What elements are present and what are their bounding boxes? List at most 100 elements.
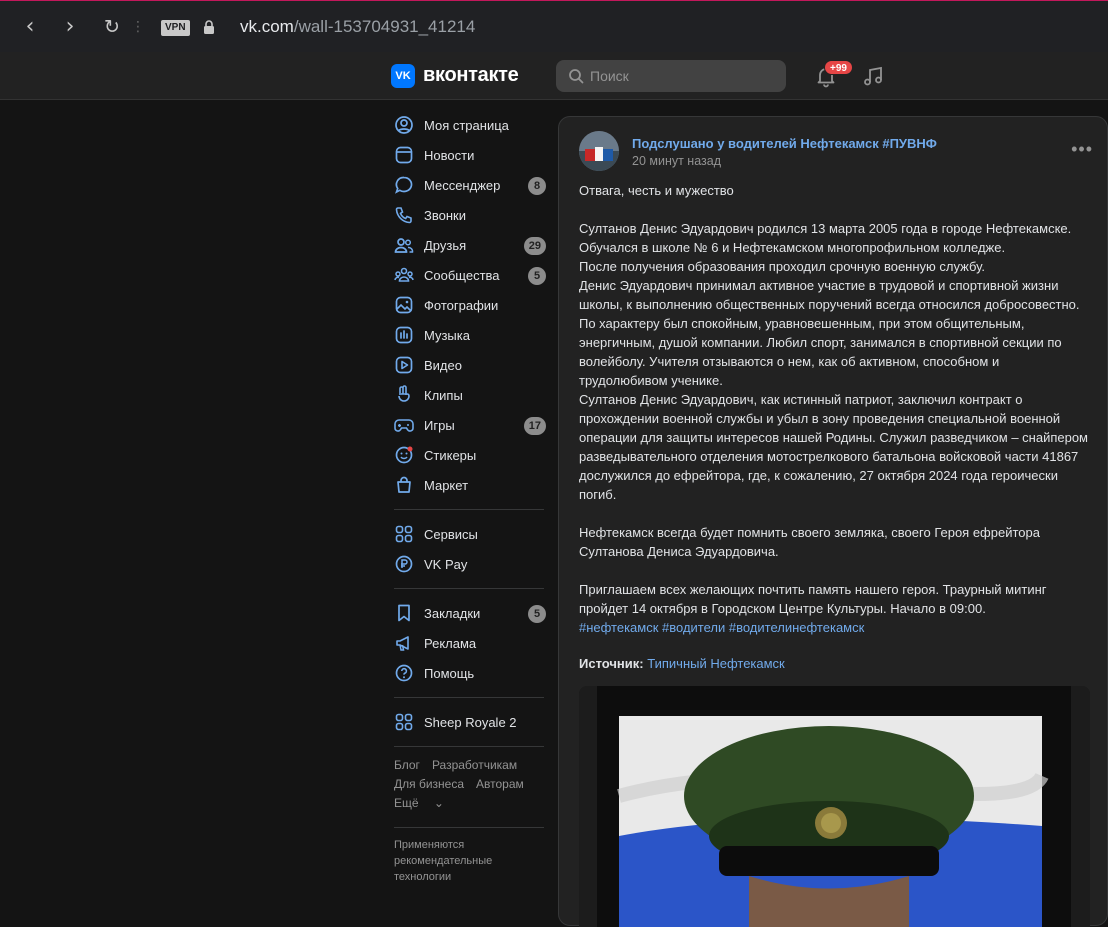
vk-brand[interactable]: вконтакте <box>423 64 519 87</box>
sidebar-item-label: Звонки <box>424 207 466 223</box>
megaphone-icon <box>394 633 414 653</box>
sidebar-item-label: Клипы <box>424 387 463 403</box>
footer-link-blog[interactable]: Блог <box>394 758 420 772</box>
sidebar-item-label: Новости <box>424 147 475 163</box>
sidebar-count-badge: 8 <box>528 177 546 195</box>
source-link[interactable]: Типичный Нефтекамск <box>647 656 785 671</box>
sticker-icon <box>394 445 414 465</box>
source-label: Источник: <box>579 656 644 671</box>
sidebar-item-friends[interactable]: Друзья 29 <box>388 230 550 260</box>
sidebar-item-label: Реклама <box>424 635 477 651</box>
address-bar[interactable]: vk.com/wall-153704931_41214 <box>240 17 475 37</box>
sidebar-item-label: Sheep Royale 2 <box>424 714 517 730</box>
sidebar-item-help[interactable]: Помощь <box>388 658 550 688</box>
video-icon <box>394 355 414 375</box>
post-author-link[interactable]: Подслушано у водителей Нефтекамск #ПУВНФ <box>632 136 937 151</box>
sidebar-item-communities[interactable]: Сообщества 5 <box>388 260 550 290</box>
sidebar-item-photo[interactable]: Фотографии <box>388 290 550 320</box>
search-icon <box>569 69 584 84</box>
more-options-icon[interactable]: ••• <box>1071 140 1093 158</box>
wall-post: Подслушано у водителей Нефтекамск #ПУВНФ… <box>558 116 1108 927</box>
sidebar-item-label: Стикеры <box>424 447 477 463</box>
search-input[interactable] <box>590 60 780 92</box>
post-hashtags[interactable]: #нефтекамск #водители #водителинефтекамс… <box>579 620 864 635</box>
sidebar-item-bag[interactable]: Маркет <box>388 470 550 500</box>
sidebar-count-badge: 5 <box>528 267 546 285</box>
user-circle-icon <box>394 115 414 135</box>
sidebar-divider <box>394 746 544 747</box>
gamepad-icon <box>394 415 414 435</box>
post-text: Отвага, честь и мужество Султанов Денис … <box>579 181 1089 637</box>
sidebar-count-badge: 5 <box>528 605 546 623</box>
sidebar-item-label: Фотографии <box>424 297 499 313</box>
footer-link-developers[interactable]: Разработчикам <box>432 758 517 772</box>
recommendation-notice[interactable]: Применяются рекомендательные технологии <box>388 837 508 885</box>
sidebar-item-label: Сообщества <box>424 267 500 283</box>
sidebar-item-vkpay[interactable]: VK Pay <box>388 549 550 579</box>
help-icon <box>394 663 414 683</box>
sidebar-item-message[interactable]: Мессенджер 8 <box>388 170 550 200</box>
sidebar-item-clips[interactable]: Клипы <box>388 380 550 410</box>
sidebar-item-bookmark[interactable]: Закладки 5 <box>388 598 550 628</box>
photo-icon <box>394 295 414 315</box>
sidebar-item-app[interactable]: Sheep Royale 2 <box>388 707 550 737</box>
clips-icon <box>394 385 414 405</box>
forward-icon[interactable]: › <box>58 15 82 39</box>
browser-toolbar: ‹ › ↻ ⋮ VPN vk.com/wall-153704931_41214 <box>0 0 1108 52</box>
footer-link-authors[interactable]: Авторам <box>476 777 524 791</box>
menu-dots-icon[interactable]: ⋮ <box>126 15 150 39</box>
post-image[interactable] <box>579 686 1090 927</box>
post-timestamp[interactable]: 20 минут назад <box>632 154 721 168</box>
sidebar-footer-links: Блог Разработчикам Для бизнеса Авторам Ещё ⌄ <box>388 756 550 813</box>
sidebar-item-sticker[interactable]: Стикеры <box>388 440 550 470</box>
back-icon[interactable]: ‹ <box>18 15 42 39</box>
notifications-badge: +99 <box>824 60 853 75</box>
phone-icon <box>394 205 414 225</box>
sidebar-item-music[interactable]: Музыка <box>388 320 550 350</box>
sidebar-item-label: Закладки <box>424 605 481 621</box>
sidebar-item-label: Помощь <box>424 665 475 681</box>
footer-more-label: Ещё <box>394 796 419 810</box>
bookmark-icon <box>394 603 414 623</box>
friends-icon <box>394 235 414 255</box>
post-source: Источник: Типичный Нефтекамск <box>579 656 785 671</box>
footer-link-more[interactable]: Ещё ⌄ <box>394 796 456 810</box>
sidebar-item-label: Видео <box>424 357 462 373</box>
vk-logo-icon[interactable]: VK <box>391 64 415 88</box>
sidebar-item-news[interactable]: Новости <box>388 140 550 170</box>
sidebar-item-phone[interactable]: Звонки <box>388 200 550 230</box>
services-icon <box>394 524 414 544</box>
app-icon <box>394 712 414 732</box>
url-host: vk.com <box>240 17 294 36</box>
sidebar-item-megaphone[interactable]: Реклама <box>388 628 550 658</box>
sidebar-item-services[interactable]: Сервисы <box>388 519 550 549</box>
sidebar-divider <box>394 827 544 828</box>
news-icon <box>394 145 414 165</box>
communities-icon <box>394 265 414 285</box>
sidebar-divider <box>394 588 544 589</box>
sidebar-divider <box>394 697 544 698</box>
sidebar-item-user-circle[interactable]: Моя страница <box>388 110 550 140</box>
vkpay-icon <box>394 554 414 574</box>
sidebar-item-label: Маркет <box>424 477 469 493</box>
message-icon <box>394 175 414 195</box>
sidebar-item-video[interactable]: Видео <box>388 350 550 380</box>
sidebar-item-label: Игры <box>424 417 455 433</box>
reload-icon[interactable]: ↻ <box>100 15 124 39</box>
sidebar-item-gamepad[interactable]: Игры 17 <box>388 410 550 440</box>
music-player-icon[interactable] <box>861 64 885 88</box>
sidebar-item-label: Сервисы <box>424 526 478 542</box>
sidebar-count-badge: 17 <box>523 417 546 435</box>
sidebar-item-label: Моя страница <box>424 117 509 133</box>
lock-icon[interactable] <box>203 20 215 34</box>
music-icon <box>394 325 414 345</box>
sidebar-item-label: Мессенджер <box>424 177 501 193</box>
vpn-badge[interactable]: VPN <box>161 20 190 36</box>
sidebar-item-label: VK Pay <box>424 556 468 572</box>
post-body: Отвага, честь и мужество Султанов Денис … <box>579 183 1088 616</box>
url-path: /wall-153704931_41214 <box>293 17 476 36</box>
search-box[interactable] <box>556 60 786 92</box>
left-sidebar: Моя страница Новости Мессенджер 8 Звонки Друз… <box>388 110 550 885</box>
community-avatar[interactable] <box>579 131 619 171</box>
footer-link-business[interactable]: Для бизнеса <box>394 777 464 791</box>
